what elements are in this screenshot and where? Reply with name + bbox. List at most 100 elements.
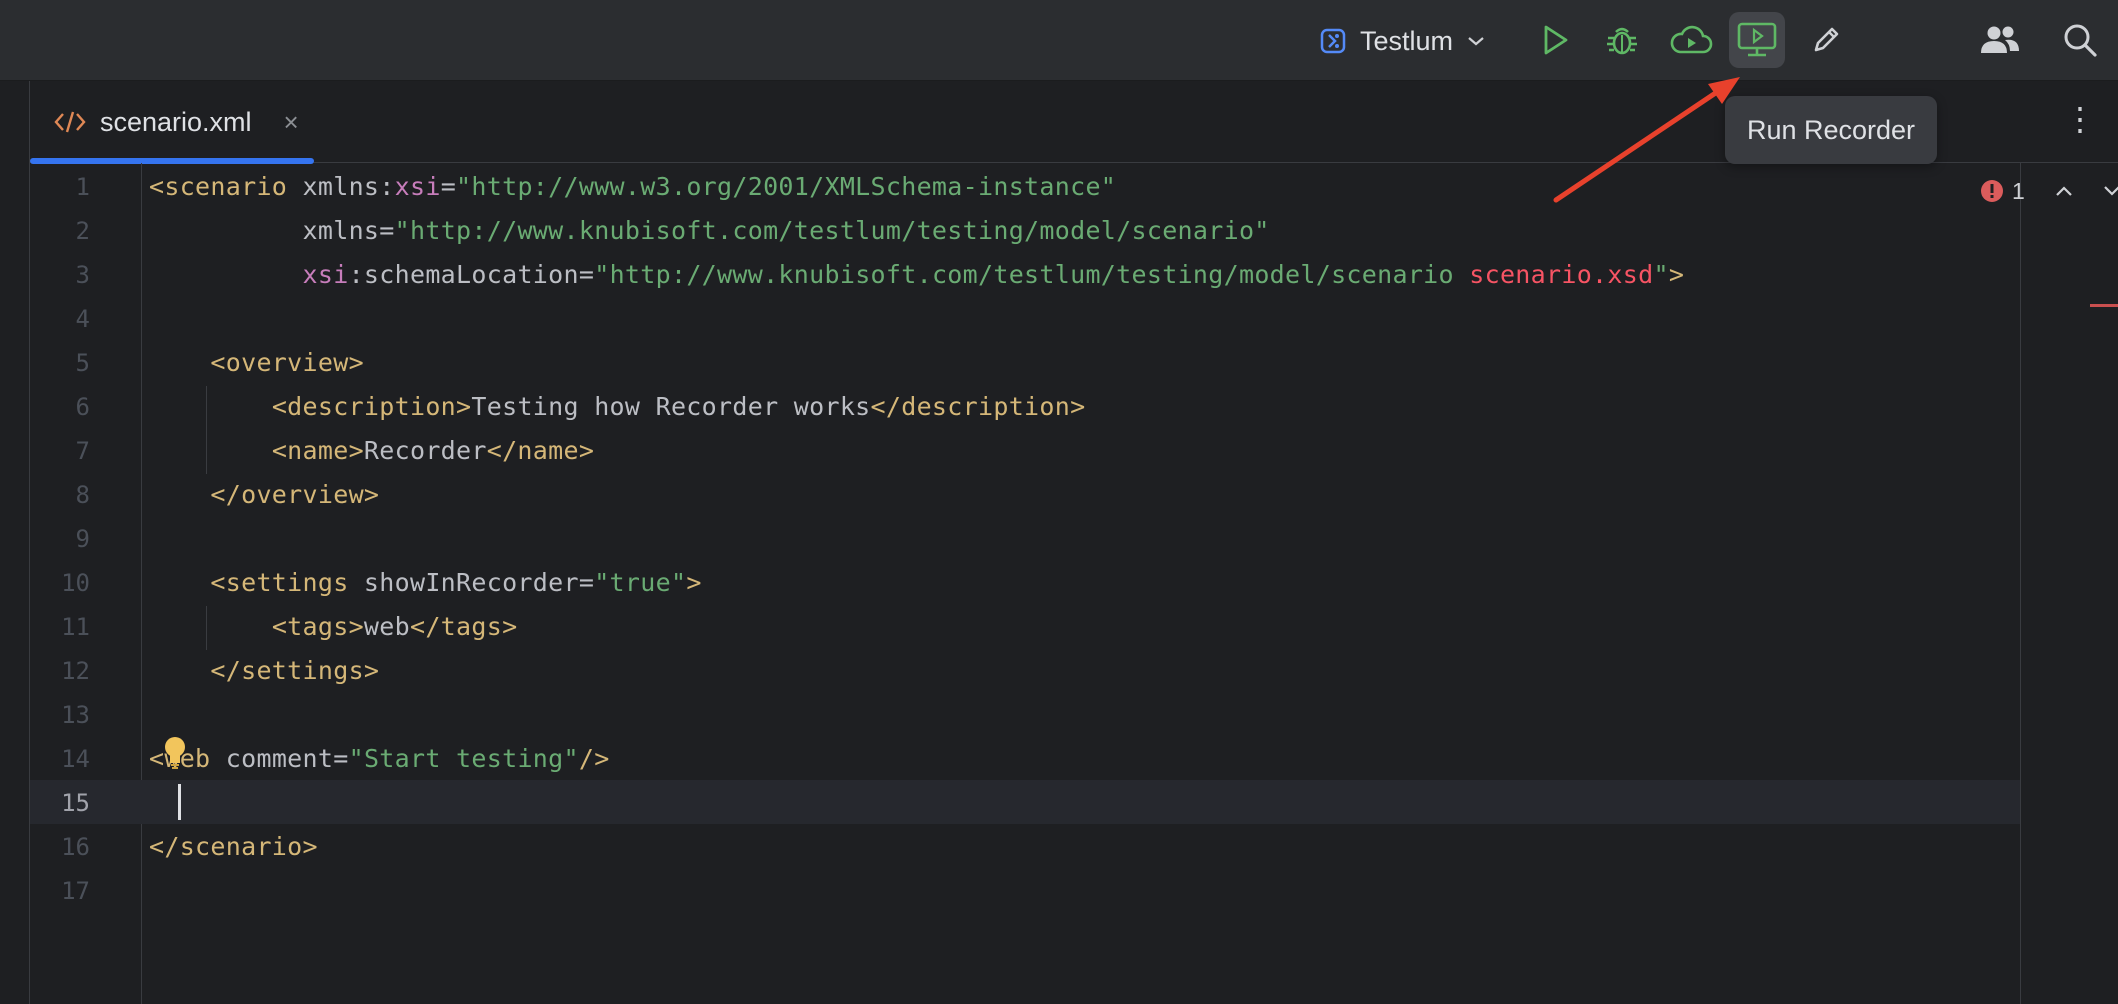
code-token: > bbox=[1668, 260, 1685, 289]
code-line[interactable]: <scenario xmlns:xsi="http://www.w3.org/2… bbox=[149, 165, 1116, 209]
code-token: = bbox=[578, 260, 595, 289]
line-number: 2 bbox=[75, 217, 90, 245]
line-number: 1 bbox=[75, 173, 90, 201]
code-line[interactable]: xmlns="http://www.knubisoft.com/testlum/… bbox=[149, 209, 1270, 253]
code-token: </description> bbox=[870, 392, 1086, 421]
line-number: 3 bbox=[75, 261, 90, 289]
line-number: 8 bbox=[75, 481, 90, 509]
line-number: 9 bbox=[75, 525, 90, 553]
code-token: <tags> bbox=[271, 612, 364, 641]
code-line[interactable]: </scenario> bbox=[149, 825, 318, 869]
code-token: /> bbox=[578, 744, 610, 773]
chevron-up-icon[interactable] bbox=[2055, 185, 2073, 197]
line-number: 14 bbox=[61, 745, 90, 773]
code-token: <name> bbox=[271, 436, 364, 465]
code-line[interactable]: <web comment="Start testing"/> bbox=[149, 737, 610, 781]
code-token: xmlns: bbox=[302, 172, 395, 201]
pencil-icon bbox=[1814, 27, 1839, 52]
line-number: 5 bbox=[75, 349, 90, 377]
code-token: </settings> bbox=[210, 656, 380, 685]
line-number: 17 bbox=[61, 877, 90, 905]
code-token: <overview> bbox=[210, 348, 364, 377]
code-token: "http://www.knubisoft.com/testlum/testin… bbox=[394, 216, 1270, 245]
line-number: 16 bbox=[61, 833, 90, 861]
chevron-down-icon[interactable] bbox=[2103, 185, 2118, 197]
search-button[interactable] bbox=[2052, 12, 2108, 68]
code-token: <scenario bbox=[149, 172, 303, 201]
code-token: xmlns bbox=[302, 216, 380, 245]
run-configuration-selector[interactable]: Testlum bbox=[1320, 20, 1485, 62]
code-token: = bbox=[379, 216, 395, 245]
line-number: 7 bbox=[75, 437, 90, 465]
code-token: <description> bbox=[271, 392, 472, 421]
code-token: = bbox=[578, 568, 595, 597]
run-recorder-tooltip: Run Recorder bbox=[1725, 96, 1937, 164]
code-line[interactable]: <overview> bbox=[149, 341, 364, 385]
line-number: 13 bbox=[61, 701, 90, 729]
code-token: scenario.xsd bbox=[1469, 260, 1654, 289]
code-token: Testing how Recorder works bbox=[471, 392, 871, 421]
line-number: 4 bbox=[75, 305, 90, 333]
code-token: </scenario> bbox=[149, 832, 318, 861]
code-token: "http://www.knubisoft.com/testlum/testin… bbox=[594, 260, 1470, 289]
people-icon bbox=[1981, 26, 2019, 53]
search-icon bbox=[2064, 24, 2097, 57]
xml-file-icon bbox=[54, 111, 86, 133]
code-token: <web bbox=[149, 744, 226, 773]
code-token: "Start testing" bbox=[348, 744, 579, 773]
code-token: = bbox=[440, 172, 457, 201]
error-count: 1 bbox=[2012, 177, 2025, 204]
code-line[interactable]: <description>Testing how Recorder works<… bbox=[149, 385, 1085, 429]
line-number: 12 bbox=[61, 657, 90, 685]
run-recorder-button[interactable] bbox=[1729, 12, 1785, 68]
cloud-play-icon bbox=[1670, 25, 1713, 54]
bug-icon bbox=[1607, 27, 1637, 55]
play-icon bbox=[1544, 25, 1568, 55]
code-token: " bbox=[1653, 260, 1669, 289]
code-line[interactable]: <settings showInRecorder="true"> bbox=[149, 561, 702, 605]
tab-scenario-xml[interactable]: scenario.xml × bbox=[30, 81, 314, 164]
edit-button[interactable] bbox=[1798, 12, 1854, 68]
code-line[interactable]: </settings> bbox=[149, 649, 379, 693]
error-stripe-marker[interactable] bbox=[2090, 304, 2118, 307]
code-token: "http://www.w3.org/2001/XMLSchema-instan… bbox=[456, 172, 1117, 201]
more-options-icon[interactable]: ⋮ bbox=[2064, 103, 2096, 135]
debug-button[interactable] bbox=[1594, 12, 1650, 68]
run-config-icon bbox=[1320, 28, 1346, 54]
code-token: </overview> bbox=[210, 480, 380, 509]
left-tool-strip bbox=[0, 81, 30, 1004]
code-token: xsi bbox=[394, 172, 441, 201]
code-token: "true" bbox=[594, 568, 687, 597]
code-line[interactable]: <tags>web</tags> bbox=[149, 605, 517, 649]
code-line[interactable]: xsi:schemaLocation="http://www.knubisoft… bbox=[149, 253, 1684, 297]
code-token: </name> bbox=[486, 436, 595, 465]
code-token: <settings bbox=[210, 568, 364, 597]
cloud-run-button[interactable] bbox=[1663, 12, 1719, 68]
close-tab-icon[interactable]: × bbox=[284, 107, 299, 138]
tab-file-name: scenario.xml bbox=[100, 106, 252, 137]
inspection-widget[interactable]: 1 bbox=[1980, 174, 2118, 208]
line-number: 15 bbox=[61, 789, 90, 817]
current-line-highlight bbox=[30, 780, 2020, 824]
line-number: 10 bbox=[61, 569, 90, 597]
main-toolbar: Testlum bbox=[0, 0, 2118, 81]
line-number: 11 bbox=[61, 613, 90, 641]
collaboration-button[interactable] bbox=[1972, 12, 2028, 68]
code-line[interactable]: <name>Recorder</name> bbox=[149, 429, 594, 473]
code-token: web bbox=[363, 612, 410, 641]
code-token: comment bbox=[225, 744, 334, 773]
code-line[interactable]: </overview> bbox=[149, 473, 379, 517]
run-button[interactable] bbox=[1527, 12, 1583, 68]
lightbulb-icon[interactable] bbox=[163, 736, 187, 770]
code-token: > bbox=[686, 568, 702, 597]
code-token: </tags> bbox=[409, 612, 518, 641]
